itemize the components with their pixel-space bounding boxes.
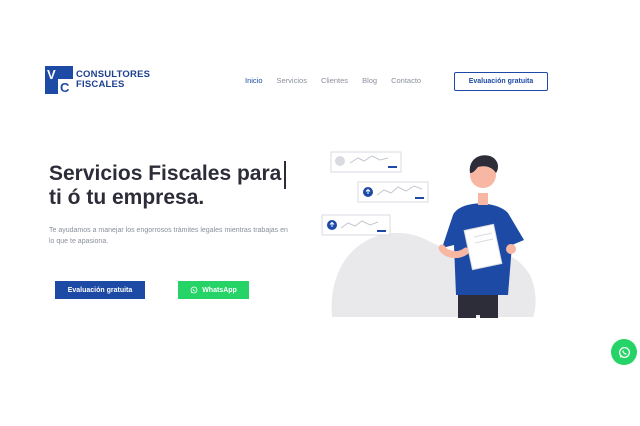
chart-card-3 [321, 214, 391, 236]
site-header: V C CONSULTORES FISCALES Inicio Servicio… [0, 0, 640, 110]
chart-card-1 [330, 151, 402, 173]
whatsapp-floating-icon [618, 346, 630, 358]
evaluation-button[interactable]: Evaluación gratuita [55, 281, 145, 299]
svg-text:C: C [60, 80, 70, 94]
brand-name: CONSULTORES FISCALES [76, 70, 150, 90]
nav-item-contacto[interactable]: Contacto [391, 76, 421, 85]
hero-title: Servicios Fiscales para ti ó tu empresa. [49, 162, 294, 210]
nav-item-servicios[interactable]: Servicios [277, 76, 307, 85]
hero-illustration [321, 151, 536, 318]
vc-logo-icon: V C [45, 66, 73, 95]
typing-caret [284, 161, 286, 189]
brand-line2: FISCALES [76, 79, 125, 90]
header-evaluation-button[interactable]: Evaluación gratuita [454, 72, 548, 91]
brand-logo[interactable]: V C CONSULTORES FISCALES [45, 66, 150, 95]
whatsapp-button-label: WhatsApp [202, 286, 237, 294]
nav-item-blog[interactable]: Blog [362, 76, 377, 85]
hero-title-line2: ti ó tu empresa. [49, 186, 205, 209]
nav-item-inicio[interactable]: Inicio [245, 76, 263, 85]
whatsapp-button[interactable]: WhatsApp [178, 281, 249, 299]
nav-item-clientes[interactable]: Clientes [321, 76, 348, 85]
hero-subtitle: Te ayudamos a manejar los engorrosos trá… [49, 227, 288, 245]
svg-text:V: V [47, 67, 56, 82]
chart-card-2 [357, 181, 429, 203]
hero-title-line1: Servicios Fiscales para [49, 162, 282, 185]
floating-whatsapp-button[interactable] [611, 339, 637, 365]
whatsapp-icon [190, 286, 198, 294]
main-nav: Inicio Servicios Clientes Blog Contacto [245, 76, 421, 85]
